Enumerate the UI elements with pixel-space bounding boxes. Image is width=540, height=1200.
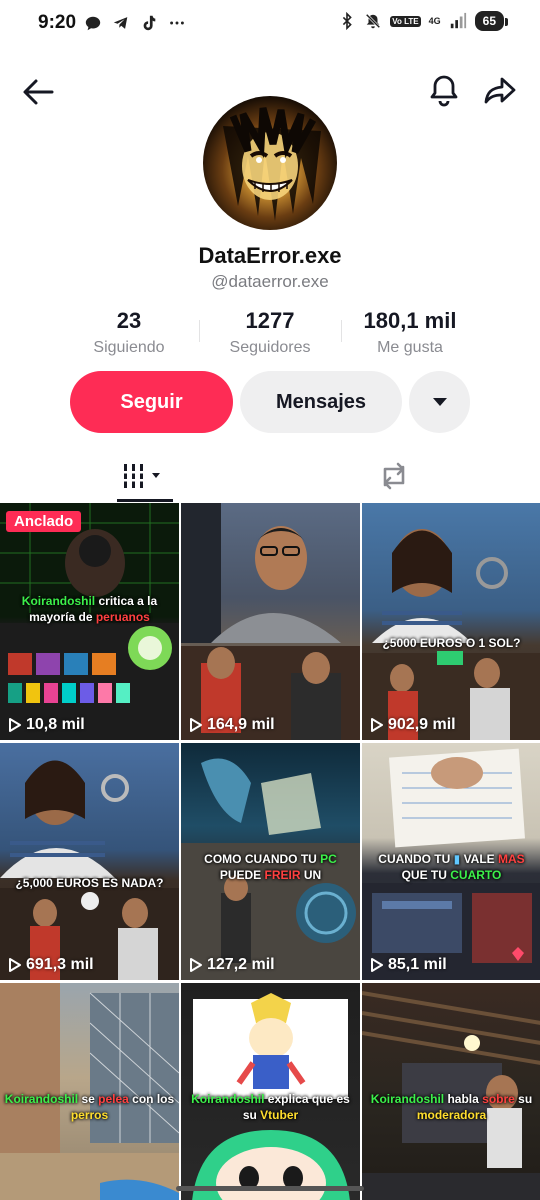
play-icon <box>190 958 202 972</box>
back-arrow-icon[interactable] <box>18 72 58 112</box>
video-caption: COMO CUANDO TU PC PUEDE FREIR UN <box>204 852 337 882</box>
notification-bell-icon[interactable] <box>424 70 464 110</box>
video-thumbnail[interactable]: Koirandoshil se pelea con los perros <box>0 983 179 1200</box>
followers-label: Seguidores <box>229 339 311 356</box>
home-indicator[interactable] <box>176 1186 364 1191</box>
thumbnail-artwork <box>181 503 360 740</box>
following-label: Siguiendo <box>93 339 165 356</box>
follow-label: Seguir <box>120 390 183 413</box>
avatar-image <box>223 107 321 221</box>
play-icon <box>9 718 21 732</box>
username: @dataerror.exe <box>211 272 329 291</box>
video-caption: ¿5,000 EUROS ES NADA? <box>15 876 164 890</box>
view-count: 127,2 mil <box>189 956 275 974</box>
stat-following[interactable]: 23 Siguiendo <box>54 308 204 357</box>
play-icon <box>371 718 383 732</box>
likes-label: Me gusta <box>377 339 443 356</box>
video-caption: ¿5000 EUROS O 1 SOL? <box>382 636 521 650</box>
play-icon <box>190 718 202 732</box>
view-count: 85,1 mil <box>370 956 447 974</box>
battery-indicator: 65 <box>474 11 509 31</box>
volte-badge: Vo LTE <box>390 15 421 27</box>
tab-reposts[interactable] <box>354 450 434 502</box>
view-count: 691,3 mil <box>8 956 94 974</box>
video-thumbnail[interactable]: COMO CUANDO TU PC PUEDE FREIR UN 127,2 m… <box>181 743 360 980</box>
repost-icon <box>383 462 405 490</box>
video-caption: Koirandoshil explica que es su Vtuber <box>191 1092 350 1122</box>
message-label: Mensajes <box>275 390 367 413</box>
video-thumbnail[interactable]: ¿5,000 EUROS ES NADA? 691,3 mil <box>0 743 179 980</box>
more-notifications-icon <box>170 21 184 25</box>
likes-count: 180,1 mil <box>363 308 457 333</box>
caret-down-icon <box>432 398 447 406</box>
video-thumbnail[interactable]: CUANDO TU ▮ VALE MAS QUE TU CUARTO 85,1 … <box>362 743 540 980</box>
telegram-icon <box>113 17 128 29</box>
active-tab-indicator <box>117 499 173 502</box>
view-count: 164,9 mil <box>189 716 275 734</box>
profile-stats: 23 Siguiendo 1277 Seguidores 180,1 mil M… <box>0 308 540 358</box>
video-thumbnail[interactable]: 164,9 mil <box>181 503 360 740</box>
videos-grid-icon <box>121 464 160 488</box>
video-thumbnail[interactable]: ¿5000 EUROS O 1 SOL? 902,9 mil <box>362 503 540 740</box>
signal-icon <box>450 12 466 29</box>
video-caption: Koirandoshil critica a la mayoría de per… <box>21 594 158 624</box>
network-type: 4G <box>428 16 441 26</box>
bluetooth-icon <box>343 12 352 30</box>
profile-avatar[interactable] <box>203 96 337 230</box>
thumbnail-artwork <box>0 760 179 980</box>
view-count: 10,8 mil <box>8 716 85 734</box>
stat-followers[interactable]: 1277 Seguidores <box>195 308 345 357</box>
stat-likes[interactable]: 180,1 mil Me gusta <box>335 308 485 357</box>
video-thumbnail[interactable]: Anclado Koirandoshil critica a la mayorí… <box>0 503 179 740</box>
mute-icon <box>365 13 381 29</box>
status-time: 9:20 <box>38 12 77 33</box>
thumbnail-artwork <box>362 529 540 740</box>
play-icon <box>371 958 383 972</box>
system-icons: Vo LTE 4G 65 <box>338 11 509 31</box>
followers-count: 1277 <box>245 308 295 333</box>
tab-videos[interactable] <box>104 450 184 502</box>
video-caption: CUANDO TU ▮ VALE MAS QUE TU CUARTO <box>378 852 525 882</box>
message-button[interactable]: Mensajes <box>240 371 402 433</box>
following-count: 23 <box>116 308 142 333</box>
play-icon <box>9 958 21 972</box>
tiktok-icon <box>143 15 156 31</box>
video-thumbnail[interactable]: Koirandoshil explica que es su Vtuber <box>181 983 360 1200</box>
share-arrow-icon[interactable] <box>480 70 520 110</box>
notification-icons <box>84 14 186 32</box>
view-count: 902,9 mil <box>370 716 456 734</box>
chat-bubble-icon <box>85 16 101 31</box>
follow-button[interactable]: Seguir <box>70 371 233 433</box>
status-bar: 9:20 Vo LTE 4G 65 <box>0 0 540 48</box>
suggested-accounts-button[interactable] <box>409 371 470 433</box>
video-caption: Koirandoshil se pelea con los perros <box>4 1092 175 1122</box>
video-thumbnail[interactable]: Koirandoshil habla sobre su moderadora <box>362 983 540 1200</box>
pinned-badge: Anclado <box>6 511 82 532</box>
video-caption: Koirandoshil habla sobre su moderadora <box>370 1092 533 1122</box>
display-name: DataError.exe <box>198 243 342 268</box>
